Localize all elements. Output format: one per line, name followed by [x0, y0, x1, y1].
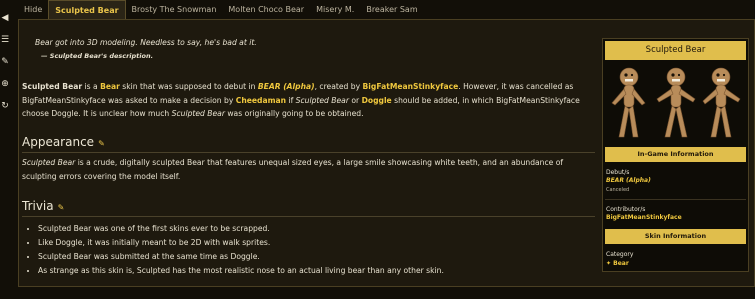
link-bear[interactable]: Bear — [100, 82, 120, 91]
link-bigfatmeanstinkyface[interactable]: BigFatMeanStinkyface — [363, 82, 459, 91]
tab-molten-choco[interactable]: Molten Choco Bear — [222, 0, 310, 19]
footer-bar — [18, 287, 755, 299]
divider — [605, 199, 746, 200]
quote-text: Bear got into 3D modeling. Needless to s… — [35, 38, 257, 47]
sculpted-bear-image — [607, 63, 745, 141]
debut-link[interactable]: BEAR (Alpha) — [606, 177, 651, 184]
info-icon[interactable]: ↻ — [0, 101, 10, 115]
menu-icon[interactable]: ☰ — [0, 35, 10, 49]
infobox: Sculpted Bear In-Game Information Debut/… — [602, 38, 749, 272]
divider — [22, 152, 595, 153]
tab-breaker-sam[interactable]: Breaker Sam — [360, 0, 423, 19]
quote-source: — Sculpted Bear's description. — [41, 52, 154, 60]
link-cheedaman[interactable]: Cheedaman — [236, 96, 286, 105]
article-panel: Bear got into 3D modeling. Needless to s… — [18, 19, 755, 287]
intro-paragraph: Sculpted Bear is a Bear skin that was su… — [22, 82, 580, 118]
divider — [22, 216, 595, 217]
tab-sculpted-bear[interactable]: Sculpted Bear — [48, 0, 126, 20]
link-doggle[interactable]: Doggle — [362, 96, 392, 105]
tab-misery[interactable]: Misery M. — [310, 0, 360, 19]
list-item: Sculpted Bear was one of the first skins… — [38, 222, 598, 236]
ingame-info-header: In-Game Information — [605, 147, 746, 162]
intro-bold-title: Sculpted Bear — [22, 82, 83, 91]
infobox-title: Sculpted Bear — [605, 41, 746, 60]
contributor-label: Contributor/s — [606, 206, 646, 213]
sidebar-tools: ◀ ☰ ✎ ⊕ ↻ — [0, 13, 10, 123]
link-bear-alpha[interactable]: BEAR (Alpha) — [258, 82, 315, 91]
skin-info-header: Skin Information — [605, 229, 746, 244]
debut-label: Debut/s — [606, 169, 630, 176]
tab-bar: Hide Sculpted Bear Brosty The Snowman Mo… — [18, 0, 424, 20]
tab-brosty[interactable]: Brosty The Snowman — [126, 0, 223, 19]
trivia-heading: Trivia ✎ — [22, 199, 65, 213]
pencil-icon[interactable]: ✎ — [58, 203, 65, 212]
trivia-list: Sculpted Bear was one of the first skins… — [22, 222, 598, 278]
list-item: Sculpted Bear was submitted at the same … — [38, 250, 598, 264]
list-item: Like Doggle, it was initially meant to b… — [38, 236, 598, 250]
list-item: As strange as this skin is, Sculpted has… — [38, 264, 598, 278]
appearance-heading: Appearance ✎ — [22, 135, 105, 149]
contributor-link[interactable]: BigFatMeanStinkyface — [606, 214, 682, 221]
category-label: Category — [606, 251, 634, 258]
category-link[interactable]: ✦ Bear — [606, 260, 629, 267]
edit-icon[interactable]: ✎ — [0, 57, 10, 71]
tab-hide[interactable]: Hide — [18, 0, 48, 19]
history-icon[interactable]: ⊕ — [0, 79, 10, 93]
pencil-icon[interactable]: ✎ — [98, 139, 105, 148]
appearance-paragraph: Sculpted Bear is a crude, digitally scul… — [22, 158, 564, 181]
debut-status: Canceled — [606, 187, 630, 193]
back-icon[interactable]: ◀ — [0, 13, 10, 27]
